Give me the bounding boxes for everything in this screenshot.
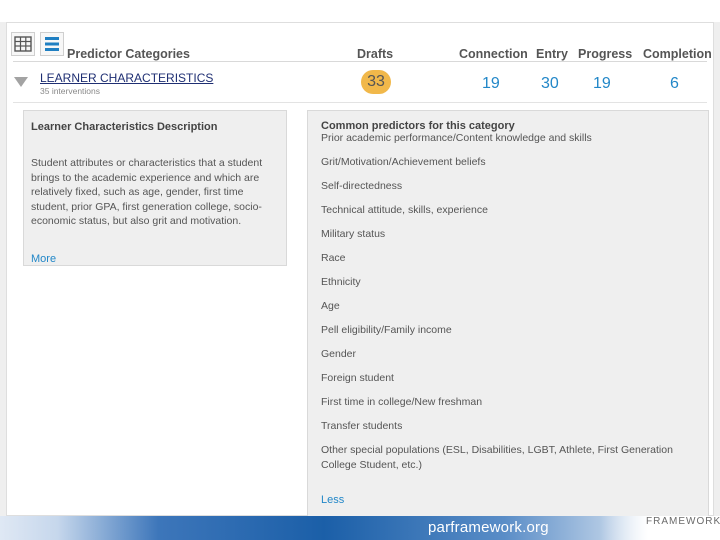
predictor-item: Military status bbox=[321, 228, 386, 240]
footer-logo-mark: FRAMEWORK bbox=[646, 516, 720, 527]
predictor-item: Age bbox=[321, 300, 340, 312]
header-entry: Entry bbox=[536, 47, 568, 61]
predictor-item: Race bbox=[321, 252, 346, 264]
description-text: Student attributes or characteristics th… bbox=[31, 157, 263, 227]
list-view-icon[interactable] bbox=[40, 32, 64, 56]
completion-count[interactable]: 6 bbox=[670, 75, 679, 93]
predictor-item: Grit/Motivation/Achievement beliefs bbox=[321, 156, 486, 168]
description-title: Learner Characteristics Description bbox=[31, 121, 218, 133]
grid-view-icon[interactable] bbox=[11, 32, 35, 56]
triangle-down-icon[interactable] bbox=[14, 77, 28, 87]
drafts-count-badge[interactable]: 33 bbox=[361, 70, 391, 94]
predictor-item: Self-directedness bbox=[321, 180, 403, 192]
footer-banner: parframework.org FRAMEWORK bbox=[0, 516, 720, 540]
header-completion: Completion bbox=[643, 47, 712, 61]
predictor-item: First time in college/New freshman bbox=[321, 396, 483, 408]
footer-url: parframework.org bbox=[428, 519, 549, 536]
connection-count[interactable]: 19 bbox=[482, 75, 500, 93]
content-frame: Predictor Categories Drafts Connection E… bbox=[0, 22, 720, 520]
more-link[interactable]: More bbox=[31, 253, 56, 265]
predictor-item: Ethnicity bbox=[321, 276, 361, 288]
category-intervention-count: 35 interventions bbox=[40, 86, 101, 96]
predictor-item: Other special populations (ESL, Disabili… bbox=[321, 444, 673, 471]
predictors-card: Common predictors for this category Prio… bbox=[307, 110, 709, 520]
less-link[interactable]: Less bbox=[321, 494, 344, 506]
category-title-link[interactable]: LEARNER CHARACTERISTICS bbox=[40, 71, 213, 85]
top-bar bbox=[0, 0, 720, 22]
predictor-item: Prior academic performance/Content knowl… bbox=[321, 132, 592, 144]
header-progress: Progress bbox=[578, 47, 633, 61]
predictor-item: Gender bbox=[321, 348, 357, 360]
predictor-item: Transfer students bbox=[321, 420, 403, 432]
predictor-item: Foreign student bbox=[321, 372, 394, 384]
progress-count[interactable]: 19 bbox=[593, 75, 611, 93]
header-connection: Connection bbox=[459, 47, 528, 61]
row-divider bbox=[13, 102, 707, 103]
predictor-panel: Predictor Categories Drafts Connection E… bbox=[6, 22, 714, 520]
header-predictor-categories: Predictor Categories bbox=[67, 47, 190, 61]
predictor-item: Technical attitude, skills, experience bbox=[321, 204, 488, 216]
header-divider bbox=[13, 61, 707, 62]
predictor-item: Pell eligibility/Family income bbox=[321, 324, 452, 336]
description-card: Learner Characteristics Description Stud… bbox=[23, 110, 287, 266]
entry-count[interactable]: 30 bbox=[541, 75, 559, 93]
header-drafts: Drafts bbox=[357, 47, 394, 61]
